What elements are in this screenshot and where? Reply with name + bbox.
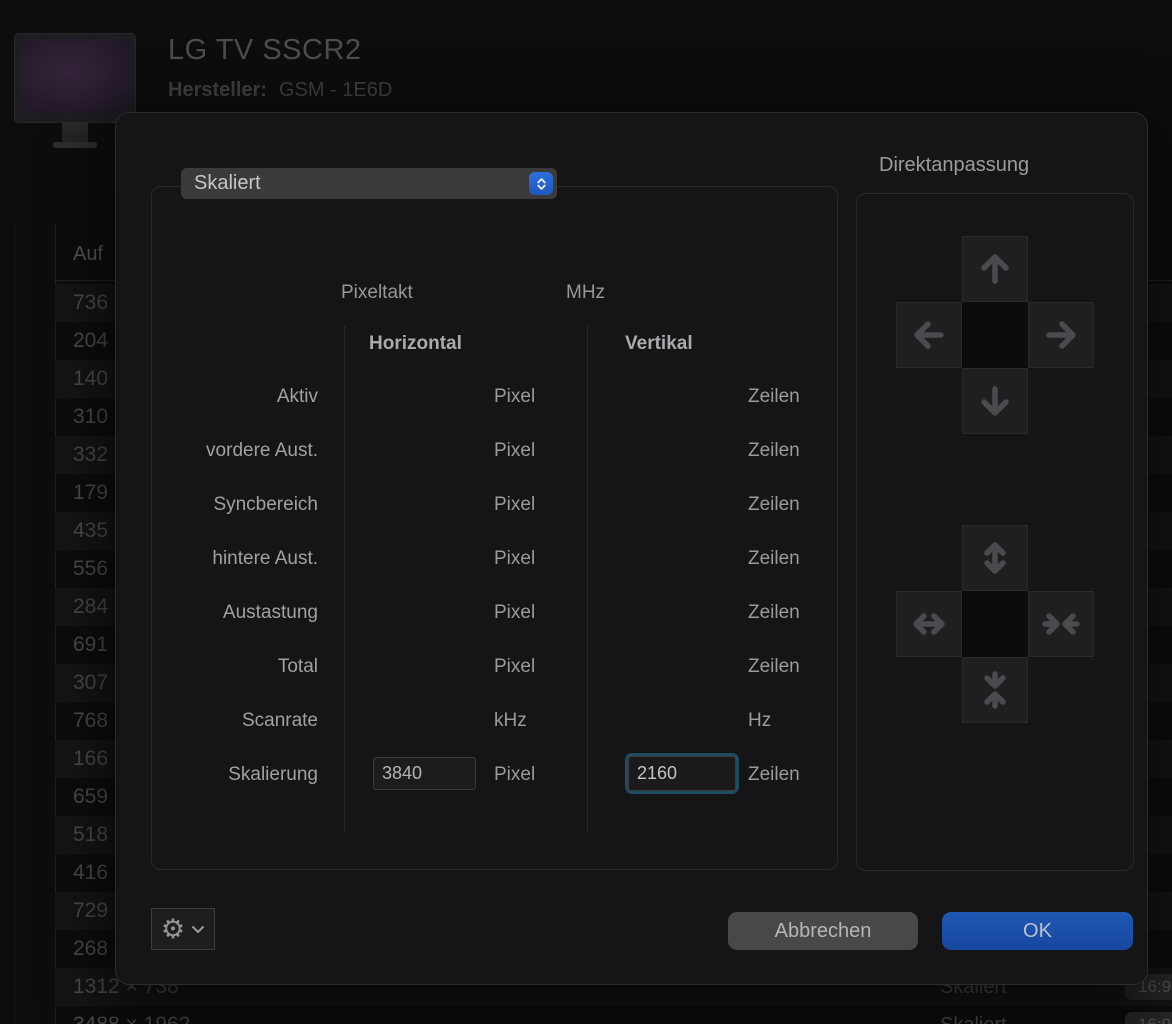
row-label: Syncbereich: [213, 494, 318, 515]
horizontal-scaling-input[interactable]: [373, 757, 476, 790]
chevron-down-icon: [192, 925, 205, 933]
row-label: hintere Aust.: [212, 548, 318, 569]
unit-label: Zeilen: [748, 548, 800, 569]
gear-menu-button[interactable]: ⚙: [151, 908, 215, 950]
unit-label: Zeilen: [748, 386, 800, 407]
aspect-ratio-badge: 16:9: [1125, 1012, 1172, 1024]
unit-label: Pixel: [494, 548, 536, 569]
row-label: vordere Aust.: [206, 440, 318, 461]
list-item[interactable]: 3488 × 1962 Skaliert 16:9: [55, 1006, 1172, 1024]
pixel-clock-unit: MHz: [566, 282, 606, 303]
unit-label: Pixel: [494, 656, 536, 677]
custom-resolution-dialog: Skaliert Pixeltakt MHz Horizontal Vertik…: [115, 112, 1148, 985]
unit-label: Pixel: [494, 440, 536, 461]
expand-vertical-button[interactable]: [962, 525, 1028, 591]
display-icon: [14, 33, 136, 148]
expand-horizontal-button[interactable]: [896, 591, 962, 657]
manufacturer-line: Hersteller: GSM - 1E6D: [168, 79, 392, 102]
display-icon-stand: [62, 123, 88, 143]
row-label: Scanrate: [241, 710, 318, 731]
position-pad: [896, 236, 1094, 434]
move-right-button[interactable]: [1028, 302, 1094, 368]
column-divider: [587, 326, 588, 832]
display-icon-screen: [20, 39, 130, 113]
dropdown-caret-icon: [529, 172, 553, 195]
row-label: Aktiv: [276, 386, 318, 407]
manufacturer-label: Hersteller:: [168, 79, 267, 101]
unit-label: Pixel: [494, 602, 536, 623]
unit-label: Zeilen: [748, 602, 800, 623]
ok-button[interactable]: OK: [942, 912, 1133, 950]
size-pad-center: [962, 591, 1028, 657]
row-label: Skalierung: [228, 764, 318, 785]
pixel-clock-label: Pixeltakt: [341, 282, 413, 303]
move-up-button[interactable]: [962, 236, 1028, 302]
shrink-vertical-button[interactable]: [962, 657, 1028, 723]
collapse-vertical-icon: [984, 671, 1006, 709]
arrow-left-icon: [914, 321, 944, 349]
preset-select[interactable]: Skaliert: [181, 168, 557, 199]
cancel-button[interactable]: Abbrechen: [728, 912, 918, 950]
row-label: Total: [277, 656, 318, 677]
screen: LG TV SSCR2 Hersteller: GSM - 1E6D Auf 73…: [0, 0, 1172, 1024]
row-label: Austastung: [222, 602, 318, 623]
arrow-up-icon: [981, 254, 1009, 284]
collapse-horizontal-icon: [1042, 613, 1080, 635]
display-icon-base: [53, 142, 97, 148]
vertical-scaling-input-focus-ring: [625, 753, 739, 794]
column-header-vertical: Vertikal: [625, 333, 693, 354]
scaling-mode-cell: Skaliert: [940, 1006, 1007, 1024]
move-down-button[interactable]: [962, 368, 1028, 434]
unit-label: Pixel: [494, 494, 536, 515]
arrow-down-icon: [981, 386, 1009, 416]
device-name: LG TV SSCR2: [168, 34, 362, 66]
direct-adjust-title: Direktanpassung: [879, 154, 1030, 176]
preset-select-value: Skaliert: [194, 172, 261, 194]
gear-icon: ⚙: [160, 913, 186, 945]
size-pad: [896, 525, 1094, 723]
unit-label: Zeilen: [748, 440, 800, 461]
unit-label: Zeilen: [748, 764, 800, 785]
position-pad-center: [962, 302, 1028, 368]
window-edge-line: [14, 224, 15, 1024]
expand-horizontal-icon: [913, 613, 945, 635]
move-left-button[interactable]: [896, 302, 962, 368]
unit-label: Pixel: [494, 386, 536, 407]
vertical-scaling-input[interactable]: [628, 756, 736, 791]
resolution-column-header: Auf: [73, 243, 104, 265]
column-header-horizontal: Horizontal: [369, 333, 462, 354]
unit-label: Zeilen: [748, 494, 800, 515]
expand-vertical-icon: [984, 542, 1006, 574]
unit-label: Zeilen: [748, 656, 800, 677]
unit-label: Hz: [748, 710, 772, 731]
unit-label: Pixel: [494, 764, 536, 785]
unit-label: kHz: [494, 710, 527, 731]
shrink-horizontal-button[interactable]: [1028, 591, 1094, 657]
column-divider: [344, 326, 345, 832]
manufacturer-value: GSM - 1E6D: [278, 79, 393, 101]
arrow-right-icon: [1046, 321, 1076, 349]
